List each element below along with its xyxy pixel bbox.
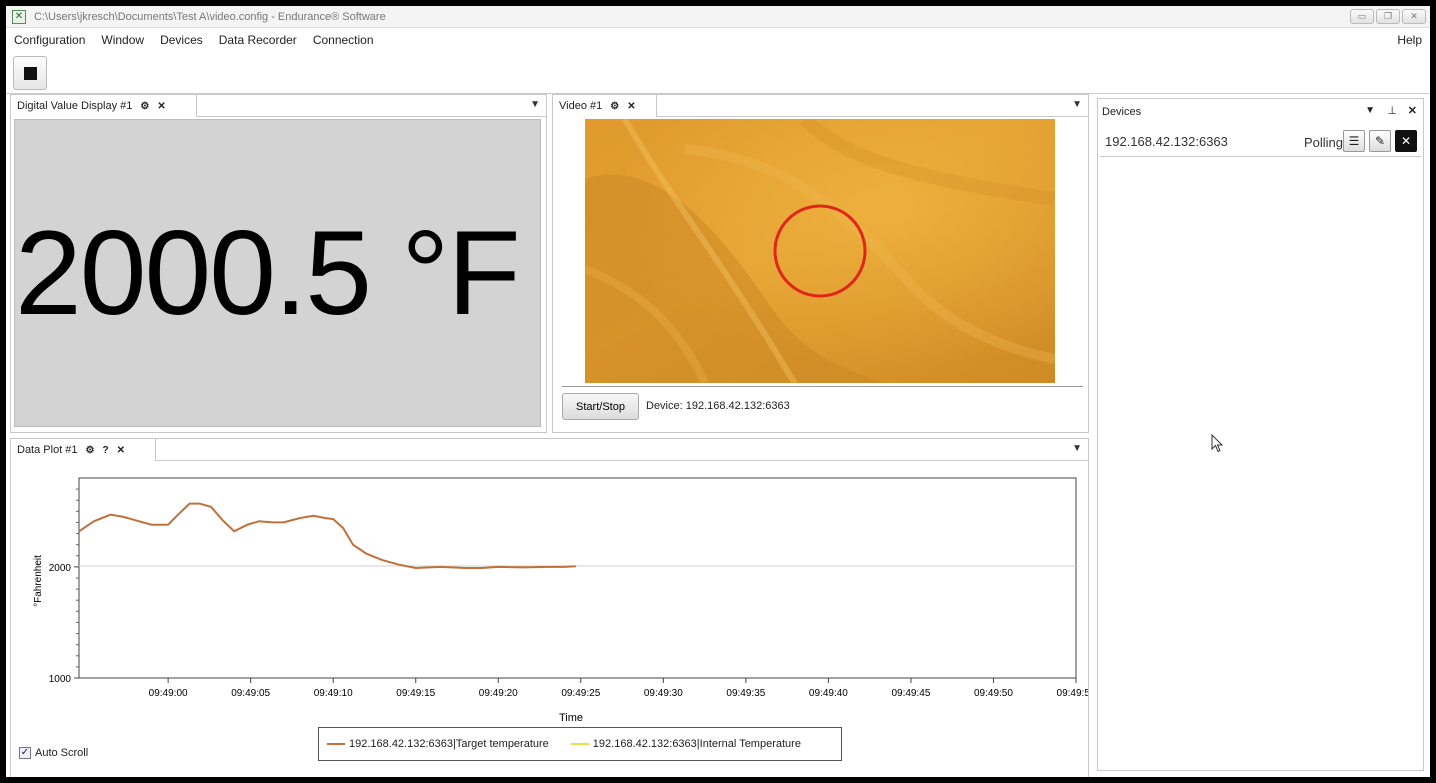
restore-icon[interactable]: ❐: [1376, 9, 1400, 24]
stop-button[interactable]: [13, 56, 47, 90]
plot-tabstrip: Data Plot #1 ⚙ ? ✕ ▼: [11, 439, 1088, 461]
menu-data-recorder[interactable]: Data Recorder: [211, 33, 305, 47]
app-icon: ✕: [12, 9, 26, 24]
device-row[interactable]: 192.168.42.132:6363 Polling ☰ ✎ ✕: [1100, 127, 1421, 157]
legend-label: 192.168.42.132:6363|Internal Temperature: [592, 738, 801, 750]
close-icon[interactable]: ✕: [1402, 9, 1426, 24]
settings-icon[interactable]: ⚙: [610, 101, 619, 112]
window-title: C:\Users\jkresch\Documents\Test A\video.…: [34, 10, 386, 23]
tab-label: Video #1: [559, 100, 603, 112]
legend-item: 192.168.42.132:6363|Target temperature: [327, 738, 549, 750]
devices-header: Devices ▼ ⊥ ✕: [1098, 99, 1423, 125]
device-address: 192.168.42.132:6363: [1105, 134, 1228, 149]
panel-menu-icon[interactable]: ▼: [1072, 443, 1082, 454]
x-tick-label: 09:49:40: [809, 688, 848, 699]
legend-swatch: [327, 743, 345, 745]
x-tick-label: 09:49:50: [974, 688, 1013, 699]
close-icon[interactable]: ✕: [627, 101, 635, 112]
list-icon[interactable]: ☰: [1343, 130, 1365, 152]
video-tabstrip: Video #1 ⚙ ✕ ▼: [553, 95, 1088, 117]
y-tick-label: 2000: [49, 563, 72, 574]
digital-value-panel: Digital Value Display #1 ⚙ ✕ ▼ 2000.5 °F: [10, 94, 547, 433]
y-tick-label: 1000: [49, 674, 72, 685]
menu-configuration[interactable]: Configuration: [6, 33, 93, 47]
data-plot-panel: Data Plot #1 ⚙ ? ✕ ▼ 1000 2000 09:49:00 09…: [10, 438, 1089, 777]
remove-device-icon[interactable]: ✕: [1395, 130, 1417, 152]
x-axis-label: Time: [559, 712, 583, 724]
x-tick-label: 09:49:30: [644, 688, 683, 699]
digital-value-area: 2000.5 °F: [14, 119, 541, 427]
x-tick-label: 09:49:20: [479, 688, 518, 699]
tab-video[interactable]: Video #1 ⚙ ✕: [553, 95, 657, 117]
video-image: [585, 119, 1055, 383]
close-icon[interactable]: ✕: [117, 445, 125, 456]
digital-value: 2000.5 °F: [15, 206, 521, 340]
video-feed[interactable]: [585, 119, 1055, 383]
devices-panel: Devices ▼ ⊥ ✕ 192.168.42.132:6363 Pollin…: [1097, 98, 1424, 771]
start-stop-button[interactable]: Start/Stop: [562, 393, 639, 420]
minimize-icon[interactable]: ▭: [1350, 9, 1374, 24]
tab-label: Digital Value Display #1: [17, 100, 133, 112]
digital-tabstrip: Digital Value Display #1 ⚙ ✕ ▼: [11, 95, 546, 117]
connect-icon[interactable]: ✎: [1369, 130, 1391, 152]
menu-help[interactable]: Help: [1397, 33, 1422, 47]
x-tick-label: 09:49:05: [231, 688, 270, 699]
close-icon[interactable]: ✕: [157, 101, 165, 112]
close-icon[interactable]: ✕: [1408, 104, 1417, 117]
tab-label: Data Plot #1: [17, 444, 78, 456]
settings-icon[interactable]: ⚙: [140, 101, 149, 112]
x-tick-label: 09:49:15: [396, 688, 435, 699]
help-icon[interactable]: ?: [103, 445, 109, 456]
x-tick-label: 09:49:10: [314, 688, 353, 699]
menu-connection[interactable]: Connection: [305, 33, 382, 47]
x-axis-ticks: 09:49:00 09:49:05 09:49:10 09:49:15 09:49:20…: [149, 678, 1088, 699]
x-tick-label: 09:49:00: [149, 688, 188, 699]
x-tick-label: 09:49:35: [726, 688, 765, 699]
tab-data-plot[interactable]: Data Plot #1 ⚙ ? ✕: [11, 439, 156, 461]
x-tick-label: 09:49:25: [561, 688, 600, 699]
panel-menu-icon[interactable]: ▼: [1072, 99, 1082, 110]
pin-icon[interactable]: ⊥: [1387, 104, 1397, 117]
tab-digital-value-display[interactable]: Digital Value Display #1 ⚙ ✕: [11, 95, 197, 117]
legend-item: 192.168.42.132:6363|Internal Temperature: [570, 738, 801, 750]
video-device-label: Device: 192.168.42.132:6363: [646, 400, 790, 412]
legend-swatch: [570, 743, 589, 745]
dropdown-icon[interactable]: ▼: [1365, 105, 1375, 116]
toolbar: [6, 52, 1430, 94]
checkbox-checked-icon[interactable]: ✓: [19, 747, 31, 759]
data-plot-chart[interactable]: 1000 2000 09:49:00 09:49:05 09:49:10 09:49:1…: [11, 461, 1088, 731]
x-tick-label: 09:49:45: [891, 688, 930, 699]
title-bar: ✕ C:\Users\jkresch\Documents\Test A\vide…: [6, 6, 1430, 28]
legend-label: 192.168.42.132:6363|Target temperature: [349, 738, 549, 750]
x-tick-label: 09:49:55: [1057, 688, 1088, 699]
y-axis-label: °Fahrenheit: [33, 555, 44, 607]
stop-icon: [24, 67, 37, 80]
divider: [562, 386, 1083, 387]
video-panel: Video #1 ⚙ ✕ ▼ Start/Stop Device: 192.16…: [552, 94, 1089, 433]
y-axis-ticks: 1000 2000: [49, 563, 79, 685]
plot-area: [78, 477, 1077, 679]
settings-icon[interactable]: ⚙: [86, 445, 95, 456]
panel-menu-icon[interactable]: ▼: [530, 99, 540, 110]
auto-scroll-checkbox[interactable]: ✓ Auto Scroll: [19, 747, 88, 759]
plot-legend: 192.168.42.132:6363|Target temperature 1…: [318, 727, 842, 761]
window-controls: ▭ ❐ ✕: [1350, 9, 1426, 24]
mouse-cursor-icon: [1211, 434, 1224, 453]
menu-bar: Configuration Window Devices Data Record…: [6, 30, 1430, 50]
devices-title: Devices: [1102, 106, 1142, 118]
menu-devices[interactable]: Devices: [152, 33, 211, 47]
auto-scroll-label: Auto Scroll: [35, 747, 89, 759]
app-window: ✕ C:\Users\jkresch\Documents\Test A\vide…: [6, 6, 1430, 777]
device-status: Polling: [1303, 135, 1343, 150]
menu-window[interactable]: Window: [93, 33, 152, 47]
